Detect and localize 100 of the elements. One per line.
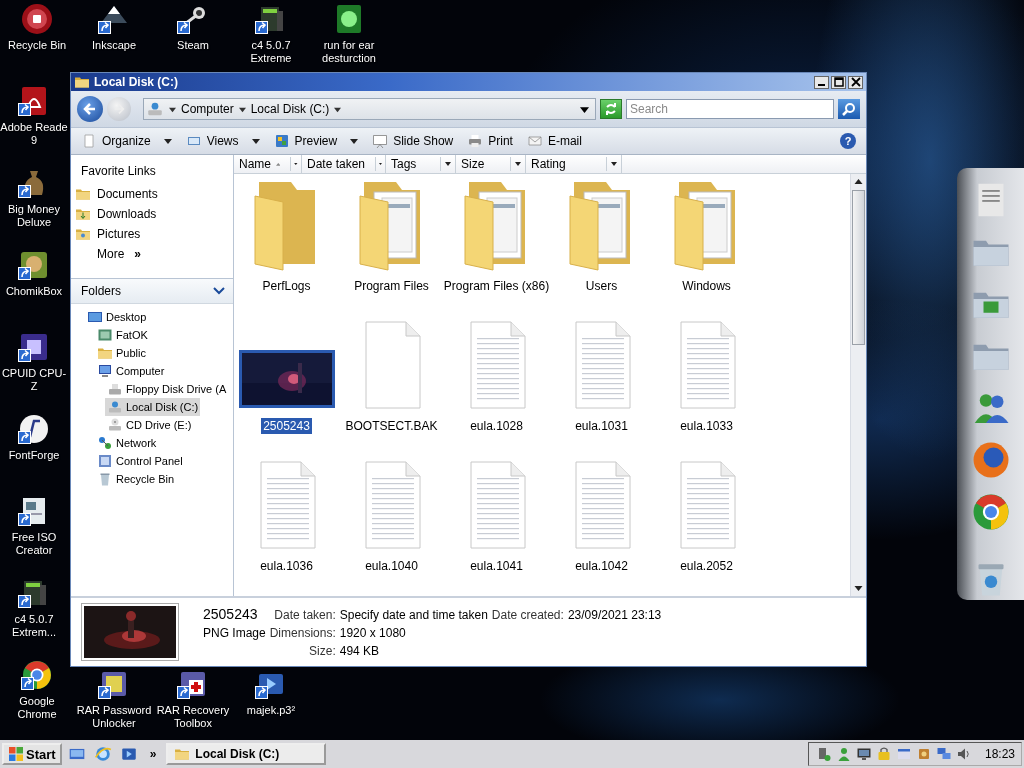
search-field[interactable]: Search [626, 99, 834, 119]
monitor-icon [855, 746, 872, 762]
dropdown-icon[interactable] [580, 104, 589, 114]
maximize-button[interactable] [831, 75, 846, 89]
file-item[interactable]: Program Files [339, 174, 444, 294]
favorite-link[interactable]: Downloads [71, 204, 233, 224]
tree-item[interactable]: FatOK [95, 326, 150, 344]
arrow-icon [83, 102, 97, 116]
file-item[interactable]: eula.1033 [654, 314, 759, 434]
file-item[interactable]: eula.1042 [549, 454, 654, 574]
tree-item[interactable]: Network [95, 434, 159, 452]
file-item[interactable]: eula.1036 [234, 454, 339, 574]
tree-item[interactable]: Recycle Bin [95, 470, 177, 488]
maximize-icon [833, 77, 844, 87]
desktop-icon[interactable]: FontForge [0, 410, 68, 462]
file-item[interactable]: Program Files (x86) [444, 174, 549, 294]
scrollbar[interactable] [850, 174, 866, 596]
start-button[interactable]: Start [2, 743, 62, 765]
tree-item[interactable]: Computer [95, 362, 167, 380]
tree-item[interactable]: Floppy Disk Drive (A [105, 380, 229, 398]
file-item[interactable]: eula.1028 [444, 314, 549, 434]
desktop-icon[interactable]: CPUID CPU-Z [0, 328, 68, 393]
tree-item[interactable]: CD Drive (E:) [105, 416, 194, 434]
desktop-icon[interactable]: run for ear desturction [311, 0, 387, 65]
desktop-icon[interactable]: Google Chrome [0, 656, 74, 721]
windows-logo-icon [8, 746, 24, 762]
drive-icon [107, 399, 123, 415]
file-type: PNG Image [203, 626, 266, 640]
desktop-icon[interactable]: c4 5.0.7 Extreme [233, 0, 309, 65]
search-icon [842, 102, 856, 116]
refresh-button[interactable] [600, 99, 622, 119]
help-button[interactable]: ? [840, 133, 856, 149]
close-button[interactable] [848, 75, 863, 89]
taskbar-button[interactable]: Local Disk (C:) [166, 743, 327, 765]
property-value: 1920 x 1080 [339, 626, 407, 640]
back-button[interactable] [77, 96, 103, 122]
toolbar-button[interactable]: Slide Show [372, 133, 454, 149]
property-value: 23/09/2021 23:13 [567, 608, 662, 622]
computer-icon [97, 363, 113, 379]
tree-item[interactable]: Desktop [85, 308, 149, 326]
file-item[interactable]: Windows [654, 174, 759, 294]
file-item[interactable]: eula.1031 [549, 314, 654, 434]
desktop-icon[interactable]: Free ISO Creator [0, 492, 68, 557]
toolbar-button[interactable]: Preview [273, 133, 359, 149]
folders-header[interactable]: Folders [71, 278, 233, 304]
screen-icon [372, 133, 389, 149]
file-item[interactable]: eula.1041 [444, 454, 549, 574]
section-title: Favorite Links [80, 163, 157, 180]
address-bar[interactable]: Computer Local Disk (C:) [143, 98, 596, 120]
tree-item[interactable]: Control Panel [95, 452, 185, 470]
toolbar-button[interactable]: Print [467, 133, 513, 149]
desktop-icon[interactable]: Recycle Bin [7, 0, 67, 52]
caret-icon [238, 105, 246, 113]
desktop-icon[interactable]: Big Money Deluxe [0, 164, 68, 229]
desktop-icon[interactable]: majek.p3² [246, 668, 296, 717]
column-header[interactable]: Rating [526, 155, 622, 173]
desktop-icon[interactable]: RAR Password Unlocker [76, 668, 152, 730]
speaker-icon [955, 746, 972, 762]
toolbar-button[interactable]: Views [185, 133, 260, 149]
overflow-button[interactable]: » [149, 747, 157, 761]
file-item[interactable]: eula.1040 [339, 454, 444, 574]
toolbar-button[interactable]: Organize [81, 133, 172, 149]
column-header[interactable]: Date taken [302, 155, 386, 173]
scroll-down-icon[interactable] [854, 586, 863, 592]
favorite-link[interactable]: Documents [71, 184, 233, 204]
desktop-icon[interactable]: ChomikBox [0, 246, 68, 298]
media-icon [119, 745, 138, 763]
tree-item[interactable]: Public [95, 344, 148, 362]
breadcrumb-item[interactable]: Computer [181, 102, 234, 116]
file-item[interactable]: 2505243 [234, 314, 339, 434]
column-header[interactable]: Tags [386, 155, 456, 173]
caret-icon [169, 105, 176, 113]
more-link[interactable]: More » [71, 244, 233, 264]
desktop-icon[interactable]: Steam [177, 0, 209, 52]
file-item[interactable]: PerfLogs [234, 174, 339, 294]
scroll-up-icon[interactable] [854, 178, 863, 184]
favorite-link[interactable]: Pictures [71, 224, 233, 244]
window-icon [895, 746, 912, 762]
desktop-icon[interactable]: c4 5.0.7 Extrem... [0, 574, 68, 639]
breadcrumb-item[interactable]: Local Disk (C:) [250, 102, 330, 116]
drive-icon [107, 417, 123, 433]
desktop-icon[interactable]: RAR Recovery Toolbox [155, 668, 231, 730]
property-label: Date created: [491, 608, 564, 622]
file-item[interactable]: eula.2052 [654, 454, 759, 574]
minimize-icon [818, 84, 825, 86]
desktop-icon[interactable]: Adobe Reade 9 [0, 82, 68, 147]
property-label: Size: [309, 644, 336, 658]
tree-item[interactable]: Local Disk (C:) [105, 398, 201, 416]
property-label: Dimensions: [269, 626, 336, 640]
property-value: 494 KB [339, 644, 381, 658]
file-item[interactable]: BOOTSECT.BAK [339, 314, 444, 434]
toolbar-button[interactable]: E-mail [526, 133, 582, 149]
column-header[interactable]: Name [234, 155, 302, 173]
minimize-button[interactable] [814, 75, 829, 89]
property-value: Specify date and time taken [339, 608, 488, 622]
desktop-icon[interactable]: Inkscape [92, 0, 136, 52]
file-item[interactable]: Users [549, 174, 654, 294]
search-button[interactable] [838, 99, 860, 119]
envelope-icon [526, 133, 543, 149]
column-header[interactable]: Size [456, 155, 526, 173]
